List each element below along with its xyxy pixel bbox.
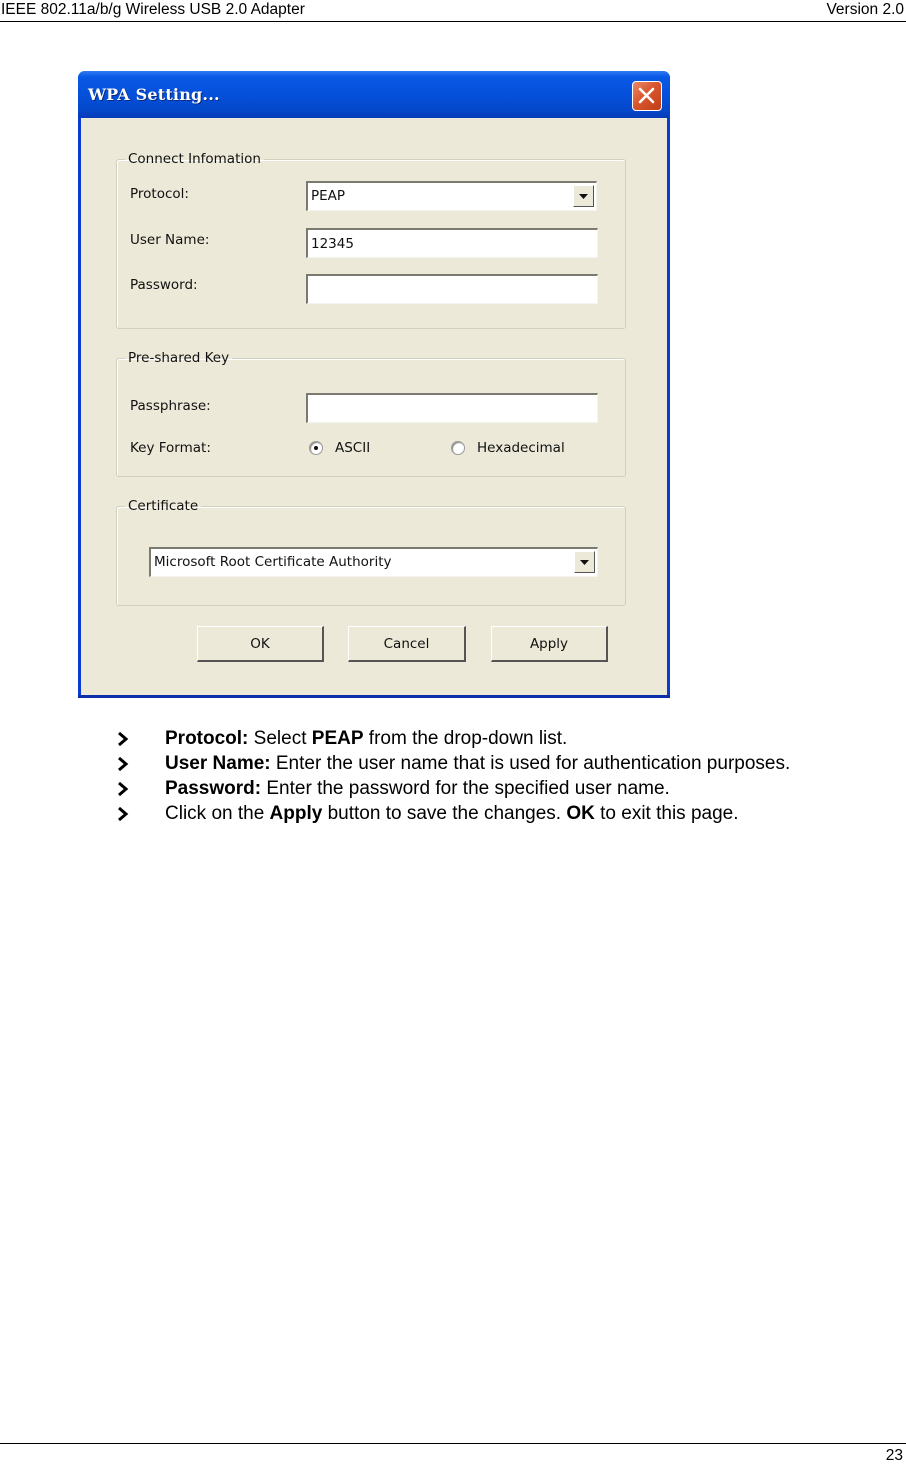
chevron-right-icon — [118, 807, 129, 821]
username-label: User Name: — [130, 232, 210, 248]
certificate-dropdown[interactable]: Microsoft Root Certificate Authority — [149, 547, 598, 577]
ok-button[interactable]: OK — [197, 626, 324, 662]
list-item-text: User Name: Enter the user name that is u… — [165, 753, 791, 774]
chevron-down-icon — [580, 560, 589, 565]
hexadecimal-label: Hexadecimal — [477, 440, 565, 456]
radio-selected-indicator — [309, 441, 323, 455]
dialog-body: Connect Infomation Protocol: PEAP User N… — [81, 118, 667, 695]
list-item-text: Protocol: Select PEAP from the drop-down… — [165, 728, 568, 749]
wpa-setting-dialog: WPA Setting... Connect Infomation Protoc… — [78, 71, 670, 698]
dialog-title: WPA Setting... — [88, 85, 220, 104]
document-version: Version 2.0 — [826, 1, 904, 18]
close-icon — [638, 87, 655, 104]
pre-shared-key-legend: Pre-shared Key — [128, 350, 230, 366]
protocol-label: Protocol: — [130, 186, 189, 202]
dialog-bottom-border — [78, 695, 670, 698]
dialog-titlebar[interactable]: WPA Setting... — [78, 71, 670, 118]
chevron-right-icon — [118, 757, 129, 771]
protocol-dropdown-button[interactable] — [573, 185, 594, 207]
list-item-text: Click on the Apply button to save the ch… — [165, 803, 739, 824]
list-item: Click on the Apply button to save the ch… — [117, 801, 903, 826]
password-input[interactable] — [306, 274, 598, 304]
apply-button[interactable]: Apply — [491, 626, 608, 662]
passphrase-label: Passphrase: — [130, 398, 211, 414]
radio-unselected-indicator — [451, 441, 465, 455]
connect-information-legend: Connect Infomation — [128, 151, 261, 167]
document-title: IEEE 802.11a/b/g Wireless USB 2.0 Adapte… — [1, 1, 305, 18]
passphrase-input[interactable] — [306, 393, 598, 423]
key-format-ascii-radio[interactable]: ASCII — [309, 440, 370, 456]
page-footer: 23 — [0, 1443, 906, 1464]
page-number: 23 — [885, 1447, 903, 1464]
username-input[interactable] — [306, 228, 598, 258]
close-button[interactable] — [632, 81, 662, 111]
list-item-text: Password: Enter the password for the spe… — [165, 778, 670, 799]
protocol-value: PEAP — [311, 188, 346, 204]
key-format-hexadecimal-radio[interactable]: Hexadecimal — [451, 440, 565, 456]
list-item: User Name: Enter the user name that is u… — [117, 751, 903, 776]
password-label: Password: — [130, 277, 198, 293]
chevron-right-icon — [118, 732, 129, 746]
page-header: IEEE 802.11a/b/g Wireless USB 2.0 Adapte… — [0, 0, 906, 22]
certificate-dropdown-button[interactable] — [574, 551, 595, 573]
certificate-value: Microsoft Root Certificate Authority — [154, 554, 392, 570]
chevron-right-icon — [118, 782, 129, 796]
key-format-label: Key Format: — [130, 440, 211, 456]
chevron-down-icon — [579, 194, 588, 199]
instruction-list: Protocol: Select PEAP from the drop-down… — [117, 726, 903, 826]
list-item: Password: Enter the password for the spe… — [117, 776, 903, 801]
cancel-button[interactable]: Cancel — [348, 626, 466, 662]
certificate-legend: Certificate — [128, 498, 199, 514]
list-item: Protocol: Select PEAP from the drop-down… — [117, 726, 903, 751]
protocol-dropdown[interactable]: PEAP — [306, 181, 597, 211]
ascii-label: ASCII — [335, 440, 371, 456]
